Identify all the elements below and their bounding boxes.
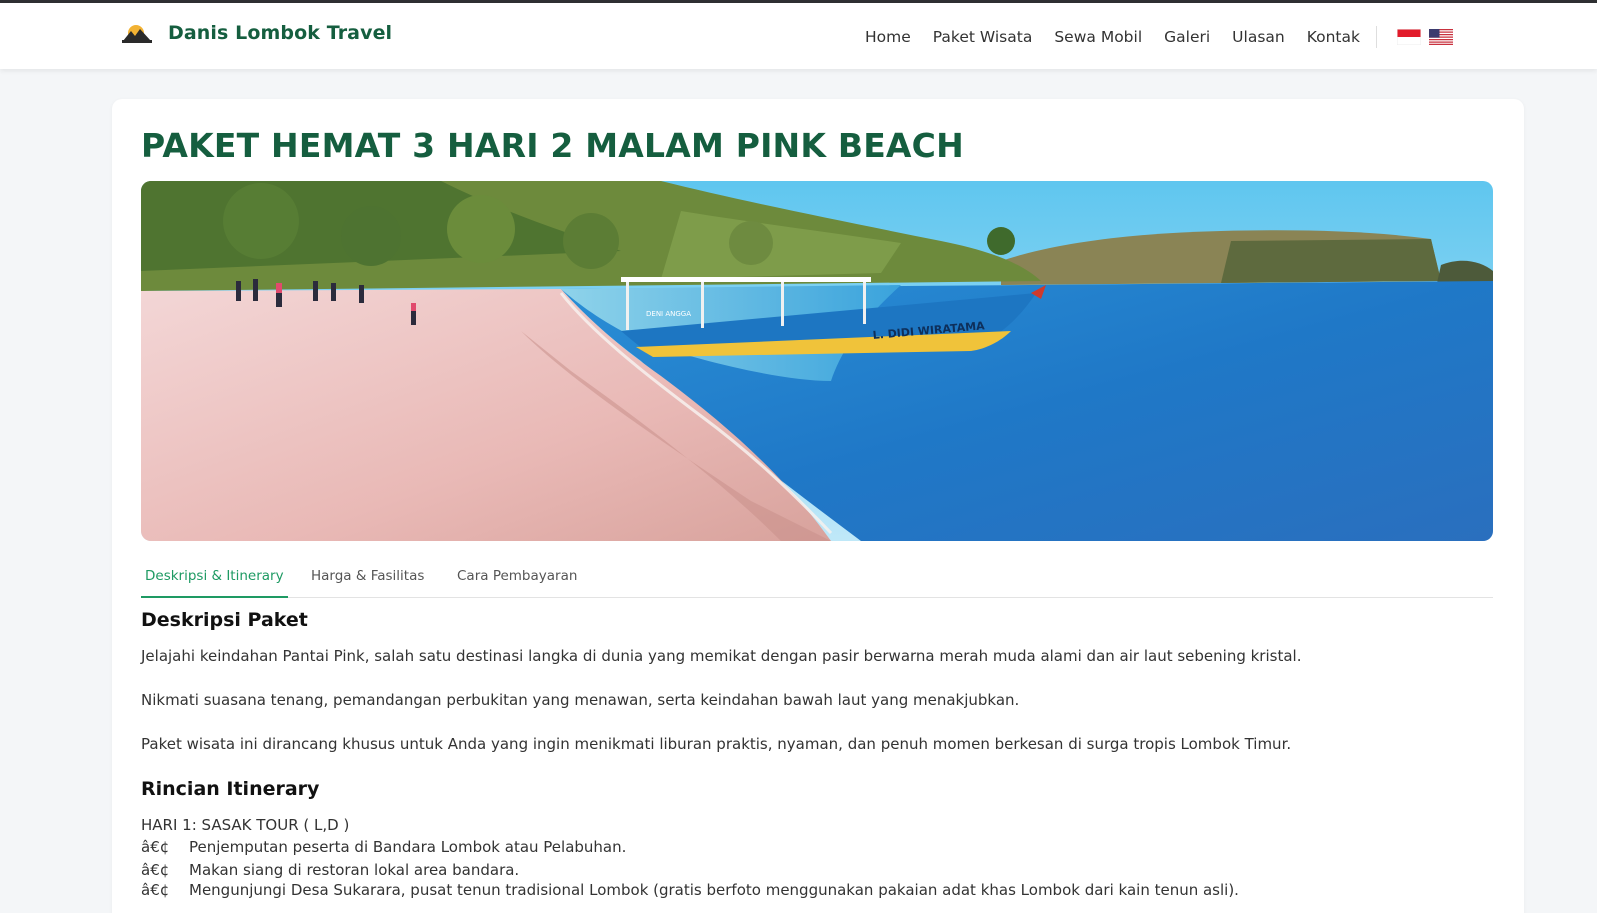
sunrise-icon <box>122 25 152 43</box>
tab-cara-pembayaran[interactable]: Cara Pembayaran <box>453 561 581 598</box>
itinerary-day-heading: HARI 1: SASAK TOUR ( L,D ) <box>141 816 350 834</box>
main-nav: Home Paket Wisata Sewa Mobil Galeri Ulas… <box>843 23 1453 51</box>
brand[interactable]: Danis Lombok Travel <box>122 20 392 46</box>
itinerary-item: â€¢ Mengunjungi Desa Sukarara, pusat ten… <box>141 881 1239 899</box>
tab-harga-fasilitas[interactable]: Harga & Fasilitas <box>307 561 428 598</box>
bullet-marker: â€¢ <box>141 881 170 899</box>
itinerary-item-text: Mengunjungi Desa Sukarara, pusat tenun t… <box>189 881 1239 899</box>
description-paragraph: Jelajahi keindahan Pantai Pink, salah sa… <box>141 647 1302 665</box>
flag-indonesia-icon[interactable] <box>1397 29 1421 45</box>
package-tabs: Deskripsi & Itinerary Harga & Fasilitas … <box>141 561 1493 598</box>
description-title: Deskripsi Paket <box>141 609 308 631</box>
hero-image: L. DIDI WIRATAMA DENI ANGGA <box>141 181 1493 541</box>
page-title: PAKET HEMAT 3 HARI 2 MALAM PINK BEACH <box>141 126 964 165</box>
flag-usa-icon[interactable] <box>1429 29 1453 45</box>
navbar: Danis Lombok Travel Home Paket Wisata Se… <box>0 3 1597 69</box>
tab-deskripsi-itinerary[interactable]: Deskripsi & Itinerary <box>141 561 288 598</box>
brand-name: Danis Lombok Travel <box>168 22 393 44</box>
nav-sewa-mobil[interactable]: Sewa Mobil <box>1054 23 1142 51</box>
description-paragraph: Paket wisata ini dirancang khusus untuk … <box>141 735 1292 753</box>
bullet-marker: â€¢ <box>141 861 170 879</box>
nav-home[interactable]: Home <box>865 23 911 51</box>
package-card: PAKET HEMAT 3 HARI 2 MALAM PINK BEACH L.… <box>112 99 1524 913</box>
nav-ulasan[interactable]: Ulasan <box>1232 23 1285 51</box>
nav-paket-wisata[interactable]: Paket Wisata <box>933 23 1033 51</box>
boat-name-small-text: DENI ANGGA <box>646 310 691 318</box>
description-paragraph: Nikmati suasana tenang, pemandangan perb… <box>141 691 1020 709</box>
nav-divider <box>1376 26 1377 48</box>
itinerary-item: â€¢ Makan siang di restoran lokal area b… <box>141 861 519 879</box>
itinerary-item-text: Makan siang di restoran lokal area banda… <box>189 861 520 879</box>
pink-beach-photo: L. DIDI WIRATAMA DENI ANGGA <box>141 181 1493 541</box>
bullet-marker: â€¢ <box>141 838 170 856</box>
itinerary-title: Rincian Itinerary <box>141 778 320 800</box>
itinerary-item: â€¢ Penjemputan peserta di Bandara Lombo… <box>141 838 626 856</box>
nav-kontak[interactable]: Kontak <box>1307 23 1360 51</box>
itinerary-item-text: Penjemputan peserta di Bandara Lombok at… <box>189 838 627 856</box>
nav-galeri[interactable]: Galeri <box>1164 23 1210 51</box>
